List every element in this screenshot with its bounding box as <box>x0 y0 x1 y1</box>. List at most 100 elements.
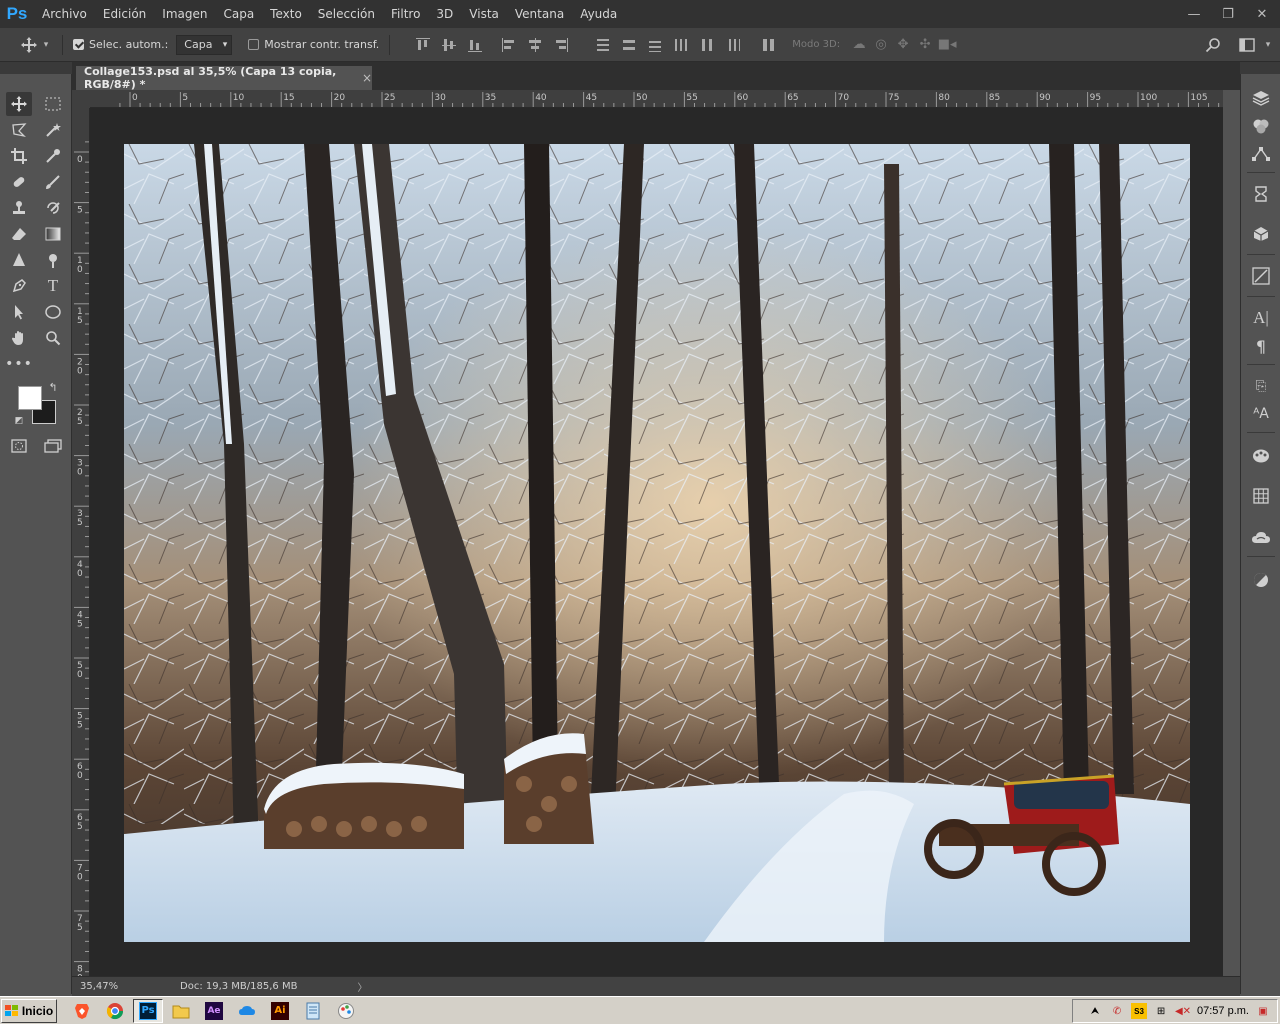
close-button[interactable]: ✕ <box>1252 4 1272 24</box>
marquee-icon[interactable] <box>40 92 66 116</box>
menu-3d[interactable]: 3D <box>428 0 461 28</box>
menu-vista[interactable]: Vista <box>461 0 507 28</box>
swap-colors-icon[interactable]: ↰ <box>46 380 60 394</box>
vertical-ruler[interactable]: 05101520253035404550556065707580 <box>72 108 90 976</box>
zoom-level[interactable]: 35,47% <box>72 981 126 992</box>
taskbar-app-photoshop[interactable]: Ps <box>133 998 163 1023</box>
tray-expand-icon[interactable]: ⮝ <box>1087 1003 1103 1019</box>
taskbar-app-onedrive[interactable] <box>232 999 262 1023</box>
3d-pan-icon[interactable]: ✥ <box>892 34 914 56</box>
network-icon[interactable]: ⊞ <box>1153 1003 1169 1019</box>
healing-icon[interactable] <box>6 170 32 194</box>
move-tool-preset-icon[interactable] <box>18 34 40 56</box>
eyedropper-icon[interactable] <box>40 144 66 168</box>
menu-texto[interactable]: Texto <box>262 0 310 28</box>
chevron-down-icon[interactable]: ▾ <box>1262 34 1274 56</box>
eraser-icon[interactable] <box>6 222 32 246</box>
volume-muted-icon[interactable]: ◀✕ <box>1175 1003 1191 1019</box>
taskbar-app-chrome[interactable] <box>100 999 130 1023</box>
foreground-color-swatch[interactable] <box>18 386 42 410</box>
document-canvas-image[interactable] <box>124 144 1190 942</box>
align-hcenter-icon[interactable] <box>524 34 546 56</box>
type-icon[interactable]: T <box>40 274 66 298</box>
chevron-down-icon[interactable]: ▾ <box>40 34 52 56</box>
align-left-icon[interactable] <box>498 34 520 56</box>
adjustments-icon[interactable] <box>1249 568 1273 592</box>
auto-select-checkbox[interactable]: Selec. autom.: <box>73 38 168 51</box>
network-warning-icon[interactable]: ✆ <box>1109 1003 1125 1019</box>
taskbar-app-paint[interactable] <box>331 999 361 1023</box>
taskbar-app-notepad[interactable] <box>298 999 328 1023</box>
libraries-icon[interactable] <box>1249 526 1273 550</box>
horizontal-ruler[interactable]: 0 5 10 15 20 25 30 35 40 45 50 55 60 65 70 75 80 85 90 95 10… <box>90 90 1223 108</box>
search-icon[interactable] <box>1202 34 1224 56</box>
lasso-icon[interactable] <box>6 118 32 142</box>
taskbar-app-brave[interactable] <box>67 999 97 1023</box>
move-icon[interactable] <box>6 92 32 116</box>
3d-icon[interactable] <box>1249 222 1273 246</box>
3d-scale-icon[interactable]: ■◂ <box>936 34 958 56</box>
magic-wand-icon[interactable] <box>40 118 66 142</box>
taskbar-app-explorer[interactable] <box>166 999 196 1023</box>
grid-icon[interactable] <box>1249 484 1273 508</box>
align-bottom-icon[interactable] <box>464 34 486 56</box>
storage-icon[interactable]: S3 <box>1131 1003 1148 1019</box>
workspace-icon[interactable] <box>1236 34 1258 56</box>
checkbox-unchecked-icon[interactable] <box>248 39 260 50</box>
history-icon[interactable] <box>1249 182 1273 206</box>
ruler-origin[interactable] <box>72 90 90 108</box>
checkbox-checked-icon[interactable] <box>73 39 84 50</box>
notification-icon[interactable]: ▣ <box>1255 1003 1271 1019</box>
start-button[interactable]: Inicio <box>1 998 57 1023</box>
distribute-right-icon[interactable] <box>722 34 744 56</box>
menu-filtro[interactable]: Filtro <box>383 0 428 28</box>
distribute-vcenter-icon[interactable] <box>618 34 640 56</box>
menu-seleccion[interactable]: Selección <box>310 0 383 28</box>
dodge-icon[interactable] <box>40 248 66 272</box>
more-tools-icon[interactable]: ••• <box>5 352 32 376</box>
menu-ayuda[interactable]: Ayuda <box>572 0 625 28</box>
close-icon[interactable]: × <box>362 71 372 85</box>
taskbar-app-after-effects[interactable]: Ae <box>199 999 229 1023</box>
character-icon[interactable]: A| <box>1249 306 1273 330</box>
3d-orbit-icon[interactable]: ☁ <box>848 34 870 56</box>
quick-mask-icon[interactable] <box>6 434 32 458</box>
screen-mode-icon[interactable] <box>40 434 66 458</box>
status-menu-arrow-icon[interactable]: 〉 <box>357 979 367 994</box>
auto-select-target-dropdown[interactable]: Capa ▾ <box>176 34 233 55</box>
properties-icon[interactable] <box>1249 264 1273 288</box>
ellipse-icon[interactable] <box>40 300 66 324</box>
show-transform-checkbox[interactable]: Mostrar contr. transf. <box>248 38 379 51</box>
pen-icon[interactable] <box>6 274 32 298</box>
path-select-icon[interactable] <box>6 300 32 324</box>
distribute-bottom-icon[interactable] <box>644 34 666 56</box>
align-vcenter-icon[interactable] <box>438 34 460 56</box>
3d-roll-icon[interactable]: ◎ <box>870 34 892 56</box>
dock-header[interactable] <box>1240 62 1280 74</box>
channels-icon[interactable] <box>1249 114 1273 138</box>
distribute-hcenter-icon[interactable] <box>696 34 718 56</box>
tools-panel-header[interactable] <box>0 62 72 74</box>
menu-archivo[interactable]: Archivo <box>34 0 95 28</box>
restore-button[interactable]: ❐ <box>1218 4 1238 24</box>
3d-slide-icon[interactable]: ✣ <box>914 34 936 56</box>
stamp-icon[interactable] <box>6 196 32 220</box>
distribute-top-icon[interactable] <box>592 34 614 56</box>
document-tab[interactable]: Collage153.psd al 35,5% (Capa 13 copia, … <box>76 65 372 91</box>
taskbar-app-illustrator[interactable]: Ai <box>265 999 295 1023</box>
character-styles-icon[interactable]: ⎘ <box>1249 374 1273 398</box>
crop-icon[interactable] <box>6 144 32 168</box>
paragraph-icon[interactable]: ¶ <box>1249 334 1273 358</box>
paragraph-styles-icon[interactable]: ᴬA <box>1249 402 1273 426</box>
auto-align-icon[interactable] <box>758 34 780 56</box>
menu-imagen[interactable]: Imagen <box>154 0 215 28</box>
canvas-area[interactable] <box>90 108 1223 976</box>
history-brush-icon[interactable] <box>40 196 66 220</box>
brush-icon[interactable] <box>40 170 66 194</box>
minimize-button[interactable]: — <box>1184 4 1204 24</box>
gradient-icon[interactable] <box>40 222 66 246</box>
paths-icon[interactable] <box>1249 142 1273 166</box>
menu-edicion[interactable]: Edición <box>95 0 154 28</box>
distribute-left-icon[interactable] <box>670 34 692 56</box>
align-right-icon[interactable] <box>550 34 572 56</box>
